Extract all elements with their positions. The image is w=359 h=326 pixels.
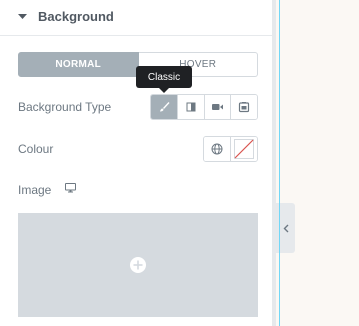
classic-type-button[interactable] — [151, 95, 177, 119]
video-camera-icon — [211, 104, 223, 110]
global-colour-button[interactable] — [204, 137, 230, 161]
classic-tooltip: Classic — [136, 66, 192, 88]
plus-circle-icon[interactable] — [129, 256, 147, 274]
preview-edge-line — [279, 0, 280, 326]
slideshow-type-button[interactable] — [230, 95, 257, 119]
gradient-type-button[interactable] — [176, 95, 204, 119]
background-type-label: Background Type — [18, 100, 112, 114]
section-header[interactable]: Background — [0, 0, 272, 36]
preview-canvas — [281, 0, 359, 326]
colour-picker-button[interactable] — [230, 137, 257, 161]
colour-label: Colour — [18, 142, 54, 156]
panel-divider — [272, 0, 276, 326]
paint-brush-icon — [159, 102, 170, 112]
editor-panel: Background NORMAL HOVER Background Type — [0, 0, 272, 326]
tab-normal[interactable]: NORMAL — [18, 52, 139, 77]
no-color-swatch-icon — [234, 139, 254, 159]
tooltip-arrow — [159, 88, 169, 93]
video-type-button[interactable] — [203, 95, 231, 119]
desktop-monitor-icon[interactable] — [65, 183, 76, 193]
caret-down-icon[interactable] — [18, 13, 27, 20]
image-label: Image — [18, 183, 52, 197]
colour-control — [203, 136, 258, 162]
gradient-icon — [186, 102, 196, 112]
background-type-control — [150, 94, 258, 120]
globe-icon — [211, 143, 223, 155]
image-upload-area[interactable] — [18, 213, 258, 317]
slideshow-icon — [239, 102, 250, 113]
section-title: Background — [38, 9, 114, 24]
